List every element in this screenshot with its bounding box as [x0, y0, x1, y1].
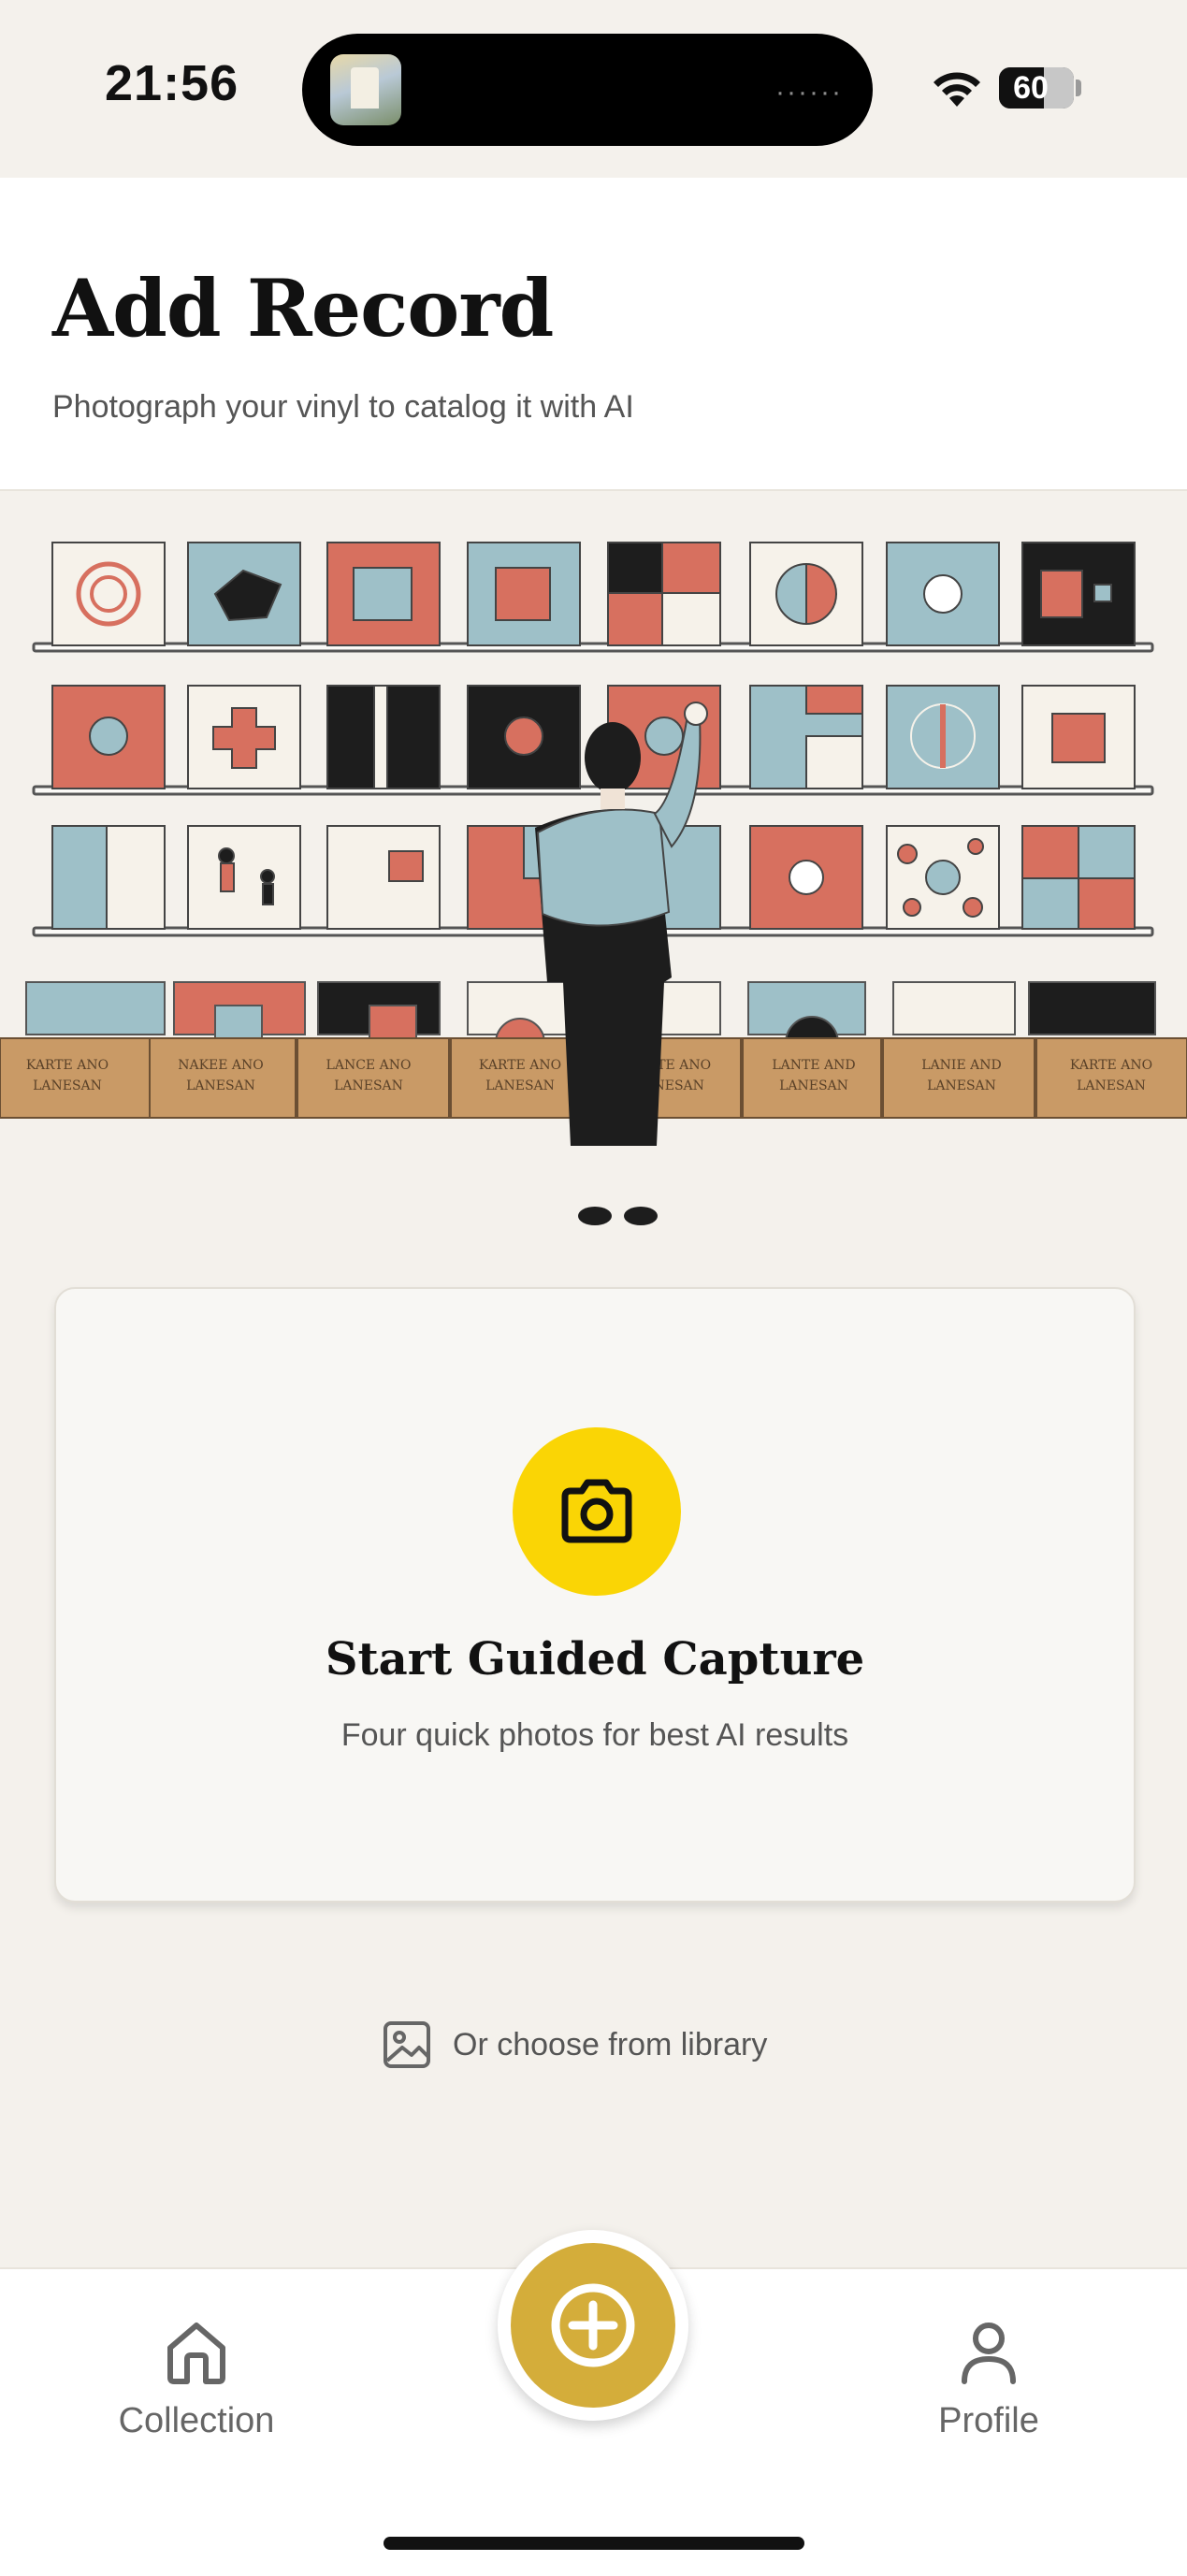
library-label: Or choose from library — [453, 2026, 768, 2062]
guided-capture-card[interactable]: Start Guided Capture Four quick photos f… — [54, 1287, 1136, 1903]
svg-text:KARTE ANO: KARTE ANO — [479, 1058, 561, 1073]
dynamic-island[interactable]: ······ — [302, 34, 873, 146]
now-playing-thumbnail — [330, 54, 401, 125]
image-icon — [384, 2021, 430, 2068]
album-row-1 — [51, 542, 1136, 646]
tab-collection[interactable]: Collection — [94, 2316, 299, 2441]
tab-profile[interactable]: Profile — [886, 2316, 1092, 2441]
battery-level: 60 — [1013, 70, 1049, 106]
svg-text:KARTE ANO: KARTE ANO — [26, 1058, 109, 1073]
svg-text:LANESAN: LANESAN — [334, 1078, 403, 1093]
page-subtitle: Photograph your vinyl to catalog it with… — [52, 389, 634, 425]
svg-text:LANESAN: LANESAN — [33, 1078, 102, 1093]
svg-text:LANESAN: LANESAN — [927, 1078, 996, 1093]
svg-text:LANESAN: LANESAN — [1077, 1078, 1146, 1093]
tab-profile-label: Profile — [938, 2401, 1039, 2440]
status-time: 21:56 — [105, 55, 239, 111]
status-bar: 21:56 ······ 60 — [0, 0, 1187, 178]
svg-text:LANESAN: LANESAN — [485, 1078, 555, 1093]
svg-text:KARTE ANO: KARTE ANO — [1070, 1058, 1152, 1073]
home-indicator[interactable] — [384, 2537, 804, 2550]
home-icon — [167, 2323, 225, 2384]
record-store-illustration: KARTE ANO LANESAN NAKEE ANO LANESAN LANCE … — [0, 542, 1187, 1225]
page-title: Add Record — [52, 262, 554, 355]
wifi-icon — [934, 72, 980, 107]
tab-collection-label: Collection — [118, 2401, 275, 2440]
island-activity-icon: ······ — [775, 77, 843, 108]
choose-from-library-link[interactable]: Or choose from library — [382, 2019, 767, 2071]
svg-text:LANESAN: LANESAN — [779, 1078, 848, 1093]
battery-cap — [1076, 80, 1081, 96]
svg-text:LANCE ANO: LANCE ANO — [326, 1058, 412, 1073]
battery-icon: 60 — [999, 67, 1074, 109]
camera-button[interactable] — [513, 1427, 681, 1596]
svg-text:LANESAN: LANESAN — [186, 1078, 255, 1093]
plus-circle-icon — [551, 2283, 635, 2367]
capture-subtitle: Four quick photos for best AI results — [340, 1717, 849, 1753]
capture-title: Start Guided Capture — [325, 1633, 865, 1686]
svg-text:NAKEE ANO: NAKEE ANO — [178, 1058, 264, 1073]
person-icon — [962, 2323, 1016, 2384]
camera-icon — [561, 1479, 632, 1543]
svg-text:LANIE AND: LANIE AND — [921, 1058, 1001, 1073]
page-header: Add Record Photograph your vinyl to cata… — [0, 178, 1187, 491]
svg-text:LANTE AND: LANTE AND — [772, 1058, 855, 1073]
add-record-button[interactable] — [498, 2230, 688, 2421]
